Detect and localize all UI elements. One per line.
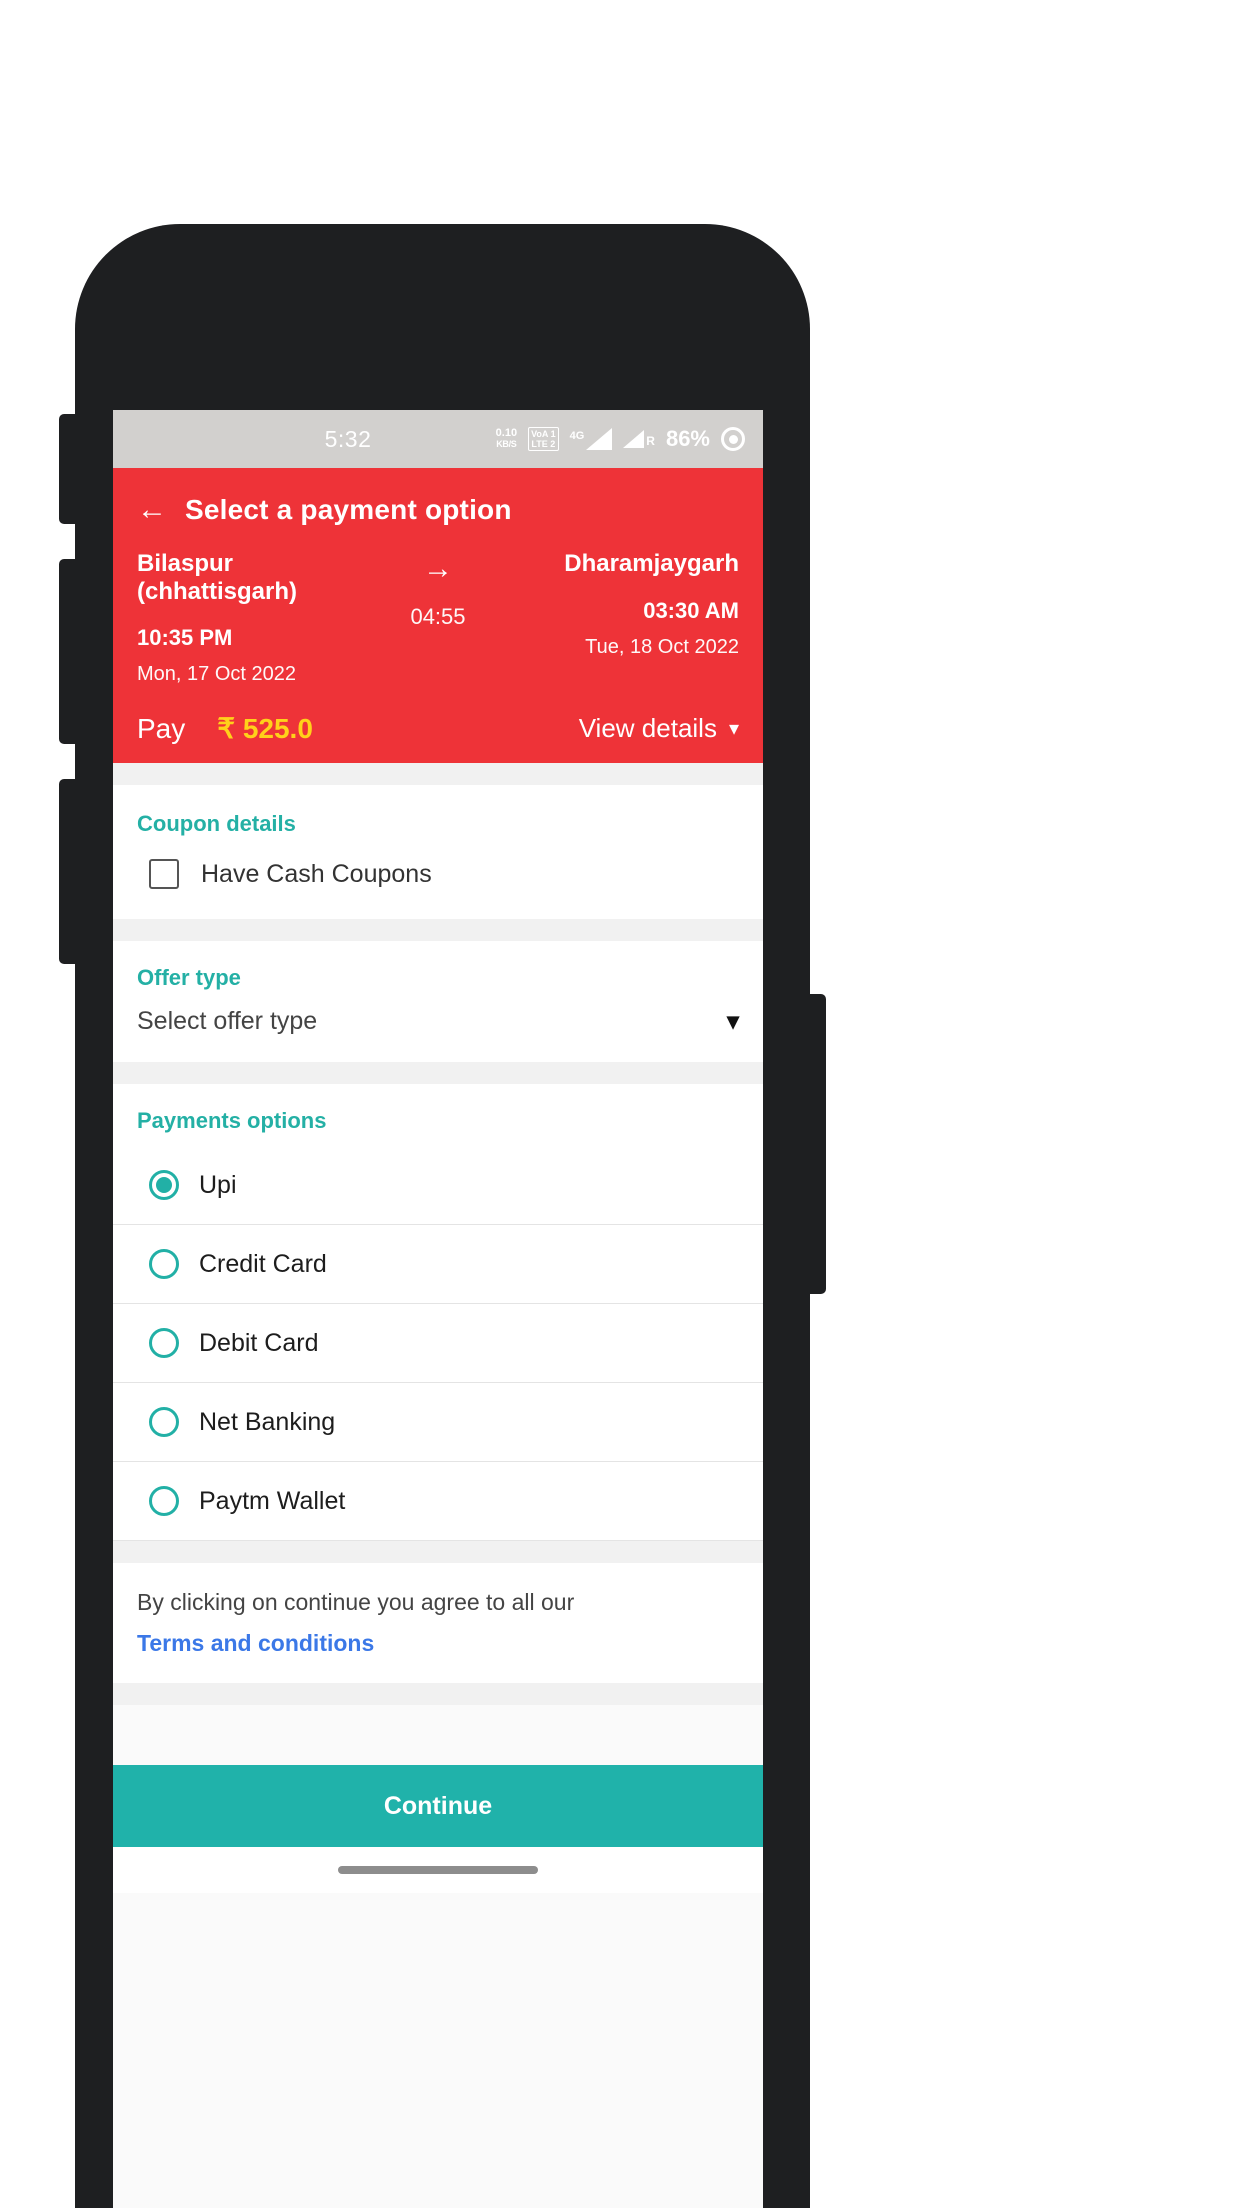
signal-group-1: 4G — [570, 428, 613, 450]
battery-percent-label: 86% — [665, 426, 710, 451]
payment-options-list: Upi Credit Card Debit Card Net Banking P… — [113, 1146, 763, 1542]
origin-city: Bilaspur (chhattisgarh) — [137, 550, 298, 605]
payment-option-label: Upi — [199, 1170, 237, 1199]
phone-side-button-volume-down[interactable] — [59, 779, 79, 964]
system-navigation-bar — [113, 1847, 763, 1894]
destination-time: 03:30 AM — [643, 597, 739, 623]
data-speed-unit: KB/S — [496, 439, 517, 449]
journey-destination: Dharamjaygarh 03:30 AM Tue, 18 Oct 2022 — [498, 550, 739, 659]
chevron-down-icon: ▾ — [726, 1008, 739, 1036]
view-details-label: View details — [578, 713, 717, 744]
data-speed-value: 0.10 — [495, 427, 518, 439]
payment-option-label: Net Banking — [199, 1407, 336, 1436]
phone-side-button-power[interactable] — [806, 994, 826, 1294]
have-cash-coupons-row[interactable]: Have Cash Coupons — [137, 859, 739, 890]
coupon-details-card: Coupon details Have Cash Coupons — [113, 785, 763, 920]
status-bar: 5:32 0.10 KB/S VoA 1 LTE 2 4G R 86% — [113, 410, 763, 468]
signal-bars-secondary-icon — [623, 430, 645, 448]
status-bar-icons: 0.10 KB/S VoA 1 LTE 2 4G R 86% — [496, 426, 745, 452]
origin-time: 10:35 PM — [137, 625, 233, 651]
data-speed-indicator: 0.10 KB/S — [496, 428, 517, 450]
section-divider-2 — [113, 919, 763, 942]
terms-text: By clicking on continue you agree to all… — [137, 1589, 575, 1616]
radio-net-banking[interactable] — [149, 1407, 179, 1438]
payment-option-label: Paytm Wallet — [199, 1486, 346, 1515]
volte-line-2: LTE 2 — [531, 439, 556, 449]
title-bar: ← Select a payment option — [113, 468, 763, 536]
section-divider-5 — [113, 1683, 763, 1706]
page-title: Select a payment option — [185, 494, 512, 525]
radio-upi[interactable] — [149, 1170, 179, 1201]
view-details-button[interactable]: View details ▾ — [579, 713, 739, 744]
radio-paytm-wallet[interactable] — [149, 1486, 179, 1517]
roaming-label: R — [646, 434, 655, 448]
phone-side-button-volume-up[interactable] — [59, 559, 79, 744]
phone-screen: 5:32 0.10 KB/S VoA 1 LTE 2 4G R 86% ← Se… — [113, 410, 763, 2208]
journey-middle: → 04:55 — [378, 550, 498, 630]
payments-section-title: Payments options — [137, 1108, 327, 1134]
payment-option-net-banking[interactable]: Net Banking — [113, 1383, 763, 1463]
phone-side-button-mute[interactable] — [59, 414, 79, 524]
back-arrow-icon[interactable]: ← — [137, 495, 167, 525]
battery-icon — [721, 427, 745, 451]
offer-type-card: Offer type Select offer type ▾ — [113, 941, 763, 1063]
payment-option-upi[interactable]: Upi — [113, 1146, 763, 1226]
app-header: ← Select a payment option Bilaspur (chha… — [113, 468, 763, 764]
destination-city: Dharamjaygarh — [564, 550, 739, 577]
origin-date: Mon, 17 Oct 2022 — [137, 663, 296, 686]
bottom-filler — [113, 1705, 763, 1766]
section-divider-1 — [113, 763, 763, 786]
volte-icon: VoA 1 LTE 2 — [528, 427, 559, 451]
offer-type-selected-value: Select offer type — [137, 1007, 318, 1036]
payment-option-credit-card[interactable]: Credit Card — [113, 1225, 763, 1305]
coupon-section-title: Coupon details — [137, 811, 296, 837]
pay-amount: ₹ 525.0 — [217, 713, 313, 745]
radio-credit-card[interactable] — [149, 1249, 179, 1280]
home-gesture-pill[interactable] — [338, 1866, 538, 1875]
journey-duration: 04:55 — [410, 604, 466, 629]
screenshot-stage: 5:32 0.10 KB/S VoA 1 LTE 2 4G R 86% ← Se… — [0, 0, 1242, 2208]
terms-and-conditions-link[interactable]: Terms and conditions — [137, 1630, 739, 1657]
journey-origin: Bilaspur (chhattisgarh) 10:35 PM Mon, 17… — [137, 550, 378, 686]
payment-option-label: Credit Card — [199, 1249, 327, 1278]
payment-option-paytm-wallet[interactable]: Paytm Wallet — [113, 1462, 763, 1542]
section-divider-3 — [113, 1062, 763, 1085]
payments-options-card: Payments options Upi Credit Card Debit C… — [113, 1084, 763, 1542]
signal-bars-icon — [586, 428, 613, 450]
arrow-right-icon: → — [422, 552, 453, 585]
network-type-label: 4G — [569, 430, 585, 442]
have-cash-coupons-label: Have Cash Coupons — [201, 859, 432, 888]
payment-option-debit-card[interactable]: Debit Card — [113, 1304, 763, 1384]
continue-button[interactable]: Continue — [113, 1765, 763, 1848]
offer-section-title: Offer type — [137, 965, 241, 991]
signal-group-2: R — [623, 430, 655, 448]
pay-label: Pay — [137, 712, 186, 744]
payment-option-label: Debit Card — [199, 1328, 319, 1357]
offer-type-select[interactable]: Select offer type ▾ — [137, 1007, 739, 1036]
chevron-down-icon: ▾ — [728, 717, 739, 740]
section-divider-4 — [113, 1541, 763, 1564]
continue-button-label: Continue — [383, 1791, 493, 1820]
have-cash-coupons-checkbox[interactable] — [149, 859, 179, 890]
volte-line-1: VoA 1 — [531, 429, 556, 439]
pay-summary-row: Pay ₹ 525.0 View details ▾ — [113, 686, 763, 745]
radio-debit-card[interactable] — [149, 1328, 179, 1359]
journey-summary: Bilaspur (chhattisgarh) 10:35 PM Mon, 17… — [113, 536, 763, 686]
destination-date: Tue, 18 Oct 2022 — [585, 635, 739, 658]
terms-card: By clicking on continue you agree to all… — [113, 1563, 763, 1684]
